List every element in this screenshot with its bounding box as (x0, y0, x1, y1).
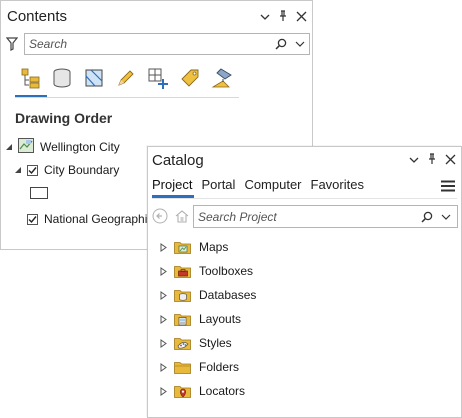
search-options-chevron-icon[interactable] (293, 37, 307, 51)
catalog-item-toolboxes[interactable]: Toolboxes (158, 263, 253, 279)
map-name: Wellington City (40, 140, 120, 154)
catalog-item-locators[interactable]: Locators (158, 383, 245, 399)
catalog-item-label: Styles (199, 336, 232, 350)
catalog-item-label: Folders (199, 360, 240, 374)
catalog-item-label: Toolboxes (199, 264, 254, 278)
catalog-item-label: Databases (199, 288, 257, 302)
pin-icon[interactable] (425, 152, 439, 166)
list-by-selection-icon[interactable] (81, 64, 107, 92)
layer-name: City Boundary (44, 163, 120, 177)
catalog-item-label: Maps (199, 240, 229, 254)
catalog-item-styles[interactable]: Styles (158, 335, 232, 351)
catalog-item-maps[interactable]: Maps (158, 239, 228, 255)
folders-folder-icon (174, 360, 191, 374)
styles-folder-icon (174, 336, 191, 350)
list-by-labeling-icon[interactable] (177, 64, 203, 92)
filter-icon[interactable] (5, 36, 19, 52)
layer-row-city-boundary[interactable]: City Boundary (13, 163, 119, 177)
expand-triangle-icon[interactable] (158, 242, 168, 252)
home-icon[interactable] (174, 208, 190, 224)
toolbar-divider (15, 97, 239, 98)
list-by-snapping-icon[interactable] (145, 64, 171, 92)
catalog-item-label: Layouts (199, 312, 242, 326)
tab-portal[interactable]: Portal (201, 177, 235, 192)
close-icon[interactable] (294, 9, 308, 23)
expand-triangle-icon[interactable] (158, 386, 168, 396)
tab-favorites[interactable]: Favorites (311, 177, 364, 192)
catalog-item-folders[interactable]: Folders (158, 359, 239, 375)
databases-folder-icon (174, 288, 191, 302)
catalog-tabs: Project Portal Computer Favorites (152, 177, 373, 192)
search-icon[interactable] (274, 37, 288, 51)
catalog-item-databases[interactable]: Databases (158, 287, 256, 303)
maps-folder-icon (174, 240, 191, 254)
hamburger-menu-icon[interactable] (440, 179, 456, 193)
close-icon[interactable] (443, 152, 457, 166)
catalog-pane: Catalog Project Portal Computer Favorite… (147, 146, 462, 418)
layer-visibility-checkbox[interactable] (27, 213, 38, 225)
list-by-data-source-icon[interactable] (49, 64, 75, 92)
collapse-triangle-icon[interactable] (4, 142, 14, 152)
pane-options-chevron-icon[interactable] (407, 153, 421, 167)
list-by-editing-icon[interactable] (113, 64, 139, 92)
list-by-drawing-order-icon[interactable] (18, 64, 44, 92)
expand-triangle-icon[interactable] (158, 362, 168, 372)
catalog-search-box[interactable] (193, 205, 458, 228)
layer-row-national-geographic[interactable]: National Geographic (27, 212, 153, 226)
layouts-folder-icon (174, 312, 191, 326)
catalog-item-layouts[interactable]: Layouts (158, 311, 241, 327)
expand-triangle-icon[interactable] (158, 290, 168, 300)
toolboxes-folder-icon (174, 264, 191, 278)
search-icon[interactable] (420, 210, 434, 224)
locators-folder-icon (174, 384, 191, 398)
layer-visibility-checkbox[interactable] (27, 164, 38, 176)
tab-computer[interactable]: Computer (244, 177, 301, 192)
tabs-divider (152, 198, 457, 199)
contents-search-input[interactable] (29, 36, 249, 52)
search-options-chevron-icon[interactable] (439, 210, 453, 224)
expand-triangle-icon[interactable] (158, 266, 168, 276)
catalog-item-label: Locators (199, 384, 246, 398)
catalog-search-input[interactable] (198, 209, 408, 225)
layer-symbol-swatch[interactable] (30, 187, 48, 199)
contents-title: Contents (7, 8, 68, 25)
list-by-perspective-imagery-icon[interactable] (209, 64, 235, 92)
pin-icon[interactable] (276, 9, 290, 23)
catalog-title: Catalog (152, 152, 204, 169)
tab-project[interactable]: Project (152, 177, 192, 192)
section-heading: Drawing Order (15, 110, 113, 126)
pane-options-chevron-icon[interactable] (258, 10, 272, 24)
expand-triangle-icon[interactable] (158, 314, 168, 324)
map-row[interactable]: Wellington City (4, 138, 120, 156)
expand-triangle-icon[interactable] (158, 338, 168, 348)
collapse-triangle-icon[interactable] (13, 165, 23, 175)
map-icon (18, 138, 34, 156)
back-arrow-icon[interactable] (152, 208, 168, 224)
layer-name: National Geographic (44, 212, 154, 226)
contents-search-box[interactable] (24, 33, 310, 55)
